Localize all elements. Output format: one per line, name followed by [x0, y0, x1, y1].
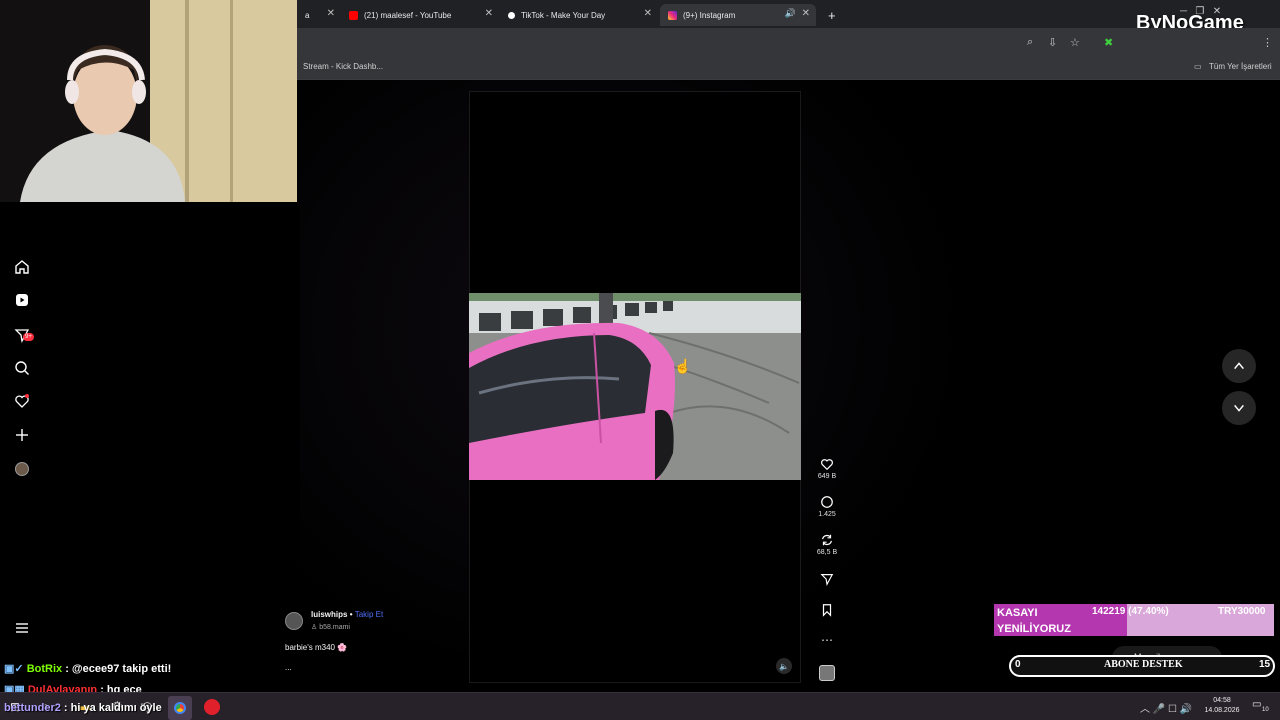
chat-text: : hi ya kaldımı öyle: [63, 702, 162, 714]
audio-thumbnail[interactable]: [812, 665, 842, 681]
heart-icon: [821, 459, 833, 471]
extension-icon[interactable]: ✖: [1104, 36, 1113, 49]
car-video-frame: [469, 293, 801, 480]
likes-count: 649 B: [817, 473, 837, 480]
save-button[interactable]: [812, 603, 842, 619]
tab-title: (9+) Instagram: [683, 10, 736, 20]
folder-icon: ▭: [1194, 62, 1202, 71]
tray-icons[interactable]: ︿ 🎤 ☐ 🔊: [1140, 700, 1192, 715]
subscriber-target: 15: [1259, 659, 1271, 670]
tab-tiktok[interactable]: TikTok - Make Your Day ✕: [500, 4, 658, 26]
record-app-icon[interactable]: [204, 699, 220, 715]
search-icon[interactable]: [12, 358, 32, 378]
speaker-icon[interactable]: 🔊: [785, 8, 796, 19]
bookmark-icon: [822, 604, 832, 617]
reels-icon[interactable]: [12, 290, 32, 310]
previous-reel-button[interactable]: [1222, 349, 1256, 383]
follow-button[interactable]: Takip Et: [355, 610, 383, 619]
reposts-count: 68,5 B: [816, 549, 838, 556]
tab-youtube[interactable]: (21) maalesef - YouTube ✕: [341, 4, 499, 26]
share-button[interactable]: [812, 572, 842, 588]
bookmark-kick[interactable]: Stream - Kick Dashb...: [303, 62, 383, 71]
caption: barbie's m340 🌸: [285, 643, 348, 652]
install-icon[interactable]: ⇩: [1048, 36, 1057, 49]
taskbar: ⊞ ⌕ ▬ ⚙ ◎ ︿ 🎤 ☐ 🔊 04:58 14.08.2026 ▭ 10: [0, 692, 1280, 720]
person-icon: ♙: [311, 624, 318, 631]
chevron-up-icon: [1234, 362, 1244, 370]
tiktok-icon: [508, 11, 515, 19]
more-options-icon[interactable]: ⋯: [812, 633, 842, 647]
new-tab-button[interactable]: +: [820, 4, 844, 26]
chat-user: bettunder2: [4, 702, 61, 714]
audio-label[interactable]: ♙ b58.mami: [311, 623, 350, 631]
chat-user: BotRix: [26, 663, 63, 675]
like-button[interactable]: 649 B: [812, 457, 842, 480]
create-icon[interactable]: [12, 425, 32, 445]
zoom-icon[interactable]: ⌕: [1027, 36, 1033, 49]
comment-icon: [821, 496, 833, 508]
tab-0[interactable]: a ✕: [297, 4, 341, 26]
home-icon[interactable]: [12, 257, 32, 277]
repost-button[interactable]: 68,5 B: [812, 533, 842, 556]
reel-frame[interactable]: [469, 293, 801, 480]
cursor-hand-icon: ☝: [674, 358, 692, 374]
subscriber-current: 0: [1015, 659, 1021, 670]
chat-message: ▣✓ BotRix : @ecee97 takip etti!: [4, 662, 171, 675]
close-icon[interactable]: ✕: [485, 8, 493, 19]
post-author: luiswhips • Takip Et: [311, 610, 384, 619]
donation-target: TRY30000: [1218, 606, 1266, 617]
messages-badge: 9+: [23, 333, 34, 341]
messages-icon[interactable]: 9+: [12, 325, 34, 345]
menu-icon[interactable]: [12, 618, 32, 638]
comment-button[interactable]: 1.425: [812, 495, 842, 518]
tab-title: TikTok - Make Your Day: [521, 10, 606, 20]
instagram-icon: [668, 10, 677, 20]
notification-count: 10: [1262, 707, 1269, 713]
chat-message: bettunder2 : hi ya kaldımı öyle: [4, 702, 162, 714]
badge-icon: ▣✓: [4, 663, 24, 675]
webcam-overlay: [0, 0, 297, 202]
donation-amount: 142219 (47.40%): [1092, 606, 1169, 617]
donation-label: KASAYI YENİLİYORUZ: [997, 607, 1071, 635]
chevron-down-icon: [1234, 404, 1244, 412]
comments-count: 1.425: [818, 511, 836, 518]
avatar[interactable]: [285, 612, 303, 630]
subscriber-label: ABONE DESTEK: [1104, 659, 1183, 670]
webcam-feed: [0, 0, 297, 202]
share-icon: [820, 574, 834, 586]
notification-icon[interactable]: ▭: [1252, 699, 1261, 710]
caption-more[interactable]: ...: [285, 663, 292, 672]
youtube-icon: [349, 10, 358, 20]
chat-text: : @ecee97 takip etti!: [65, 663, 172, 675]
tab-title: a: [305, 10, 310, 20]
repost-icon: [822, 534, 832, 546]
star-icon[interactable]: ☆: [1070, 36, 1080, 49]
mute-icon[interactable]: 🔈: [776, 658, 792, 674]
profile-icon[interactable]: [12, 459, 32, 479]
chrome-icon[interactable]: [168, 696, 192, 720]
menu-dots-icon[interactable]: ⋮: [1262, 36, 1273, 49]
notifications-icon[interactable]: [12, 391, 32, 411]
next-reel-button[interactable]: [1222, 391, 1256, 425]
close-icon[interactable]: ✕: [327, 8, 335, 19]
all-bookmarks[interactable]: Tüm Yer İşaretleri: [1209, 62, 1272, 71]
tab-instagram[interactable]: (9+) Instagram 🔊 ✕: [660, 4, 816, 26]
close-icon[interactable]: ✕: [644, 8, 652, 19]
close-icon[interactable]: ✕: [802, 8, 810, 19]
username[interactable]: luiswhips: [311, 610, 347, 619]
tab-title: (21) maalesef - YouTube: [364, 10, 452, 20]
clock[interactable]: 04:58 14.08.2026: [1204, 696, 1240, 716]
